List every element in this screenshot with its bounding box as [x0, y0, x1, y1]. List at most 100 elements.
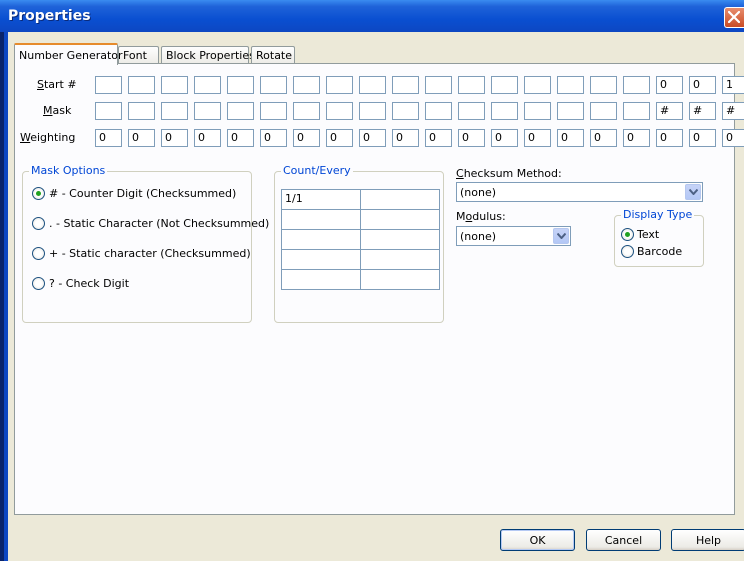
mask-cell[interactable] — [194, 102, 221, 120]
count-every-cell[interactable] — [361, 270, 440, 290]
count-every-cell[interactable] — [282, 250, 361, 270]
start-cell[interactable] — [590, 76, 617, 94]
mask-cell[interactable] — [425, 102, 452, 120]
weighting-cell[interactable]: 0 — [326, 129, 353, 147]
tab-rotate[interactable]: Rotate — [251, 46, 295, 64]
cancel-button[interactable]: Cancel — [586, 529, 661, 551]
mask-cell[interactable] — [128, 102, 155, 120]
weighting-cell[interactable]: 0 — [227, 129, 254, 147]
start-cell[interactable] — [557, 76, 584, 94]
mask-option-counter-radio[interactable] — [32, 187, 45, 200]
mask-label: Mask — [43, 104, 72, 117]
checksum-method-select[interactable]: (none) — [456, 182, 703, 202]
weighting-cell[interactable]: 0 — [260, 129, 287, 147]
tab-label: Block Properties — [166, 49, 255, 62]
weighting-cell[interactable]: 0 — [95, 129, 122, 147]
mask-cell[interactable] — [590, 102, 617, 120]
modulus-dropdown-button[interactable] — [553, 228, 569, 244]
mask-option-check-digit-radio[interactable] — [32, 277, 45, 290]
display-type-text-radio[interactable] — [621, 228, 634, 241]
dialog-body: Number Generator Font Block Properties R… — [4, 32, 744, 561]
weighting-cell[interactable]: 0 — [161, 129, 188, 147]
start-cell[interactable]: 1 — [722, 76, 744, 94]
start-cell[interactable]: 0 — [689, 76, 716, 94]
start-cell[interactable] — [524, 76, 551, 94]
weighting-cell[interactable]: 0 — [491, 129, 518, 147]
display-type-barcode-radio[interactable] — [621, 245, 634, 258]
start-cell[interactable] — [161, 76, 188, 94]
mask-cell[interactable] — [260, 102, 287, 120]
start-cell[interactable] — [194, 76, 221, 94]
weighting-cell[interactable]: 0 — [557, 129, 584, 147]
mask-cell[interactable] — [392, 102, 419, 120]
close-button[interactable] — [724, 7, 744, 28]
start-cell[interactable] — [392, 76, 419, 94]
weighting-cell[interactable]: 0 — [392, 129, 419, 147]
tab-block-properties[interactable]: Block Properties — [161, 46, 255, 64]
tab-font[interactable]: Font — [118, 46, 159, 64]
mask-cell[interactable] — [161, 102, 188, 120]
start-cell[interactable] — [458, 76, 485, 94]
mask-cell[interactable] — [95, 102, 122, 120]
mask-option-static-radio[interactable] — [32, 217, 45, 230]
mask-cell[interactable] — [524, 102, 551, 120]
weighting-cell[interactable]: 0 — [359, 129, 386, 147]
mask-cell[interactable] — [623, 102, 650, 120]
weighting-cell[interactable]: 0 — [524, 129, 551, 147]
start-cell[interactable]: 0 — [656, 76, 683, 94]
mask-cell[interactable]: # — [689, 102, 716, 120]
ok-button[interactable]: OK — [500, 529, 575, 551]
count-every-cell[interactable]: 1/1 — [282, 190, 361, 210]
tab-label: Font — [123, 49, 147, 62]
count-every-cell[interactable] — [282, 210, 361, 230]
mask-cell[interactable] — [491, 102, 518, 120]
start-cell[interactable] — [128, 76, 155, 94]
start-cell[interactable] — [359, 76, 386, 94]
mask-option-static-checksummed-radio[interactable] — [32, 247, 45, 260]
mask-cell[interactable] — [359, 102, 386, 120]
start-cell[interactable] — [491, 76, 518, 94]
start-cell[interactable] — [95, 76, 122, 94]
count-every-cell[interactable] — [361, 190, 440, 210]
start-cell[interactable] — [293, 76, 320, 94]
mask-cell[interactable]: # — [722, 102, 744, 120]
weighting-cell[interactable]: 0 — [128, 129, 155, 147]
weighting-cell[interactable]: 0 — [293, 129, 320, 147]
mask-cell[interactable] — [227, 102, 254, 120]
start-cell[interactable] — [623, 76, 650, 94]
checksum-dropdown-button[interactable] — [685, 184, 701, 200]
modulus-label: Modulus: — [456, 210, 506, 223]
weighting-cell[interactable]: 0 — [656, 129, 683, 147]
mask-cell[interactable] — [293, 102, 320, 120]
weighting-cell[interactable]: 0 — [689, 129, 716, 147]
start-cell[interactable] — [260, 76, 287, 94]
mask-option-counter-label: # - Counter Digit (Checksummed) — [49, 187, 237, 200]
chevron-down-icon — [689, 189, 698, 195]
count-every-cell[interactable] — [361, 230, 440, 250]
properties-window: Properties Number Generator Font Block P… — [0, 0, 744, 561]
count-every-cell[interactable] — [361, 210, 440, 230]
weighting-cell[interactable]: 0 — [425, 129, 452, 147]
count-every-cell[interactable] — [361, 250, 440, 270]
display-type-barcode-label: Barcode — [637, 245, 683, 258]
tab-number-generator[interactable]: Number Generator — [14, 43, 123, 65]
start-cell[interactable] — [227, 76, 254, 94]
count-every-legend: Count/Every — [281, 164, 353, 177]
mask-cell[interactable] — [458, 102, 485, 120]
count-every-cell[interactable] — [282, 270, 361, 290]
mask-cell[interactable] — [557, 102, 584, 120]
modulus-select[interactable]: (none) — [456, 226, 571, 246]
mask-cell[interactable]: # — [656, 102, 683, 120]
help-button[interactable]: Help — [671, 529, 744, 551]
start-cell[interactable] — [425, 76, 452, 94]
tab-label: Number Generator — [19, 49, 123, 62]
title-bar[interactable]: Properties — [0, 0, 744, 32]
count-every-cell[interactable] — [282, 230, 361, 250]
weighting-cell[interactable]: 0 — [194, 129, 221, 147]
weighting-cell[interactable]: 0 — [458, 129, 485, 147]
weighting-cell[interactable]: 0 — [590, 129, 617, 147]
mask-cell[interactable] — [326, 102, 353, 120]
weighting-cell[interactable]: 0 — [623, 129, 650, 147]
start-cell[interactable] — [326, 76, 353, 94]
weighting-cell[interactable]: 0 — [722, 129, 744, 147]
